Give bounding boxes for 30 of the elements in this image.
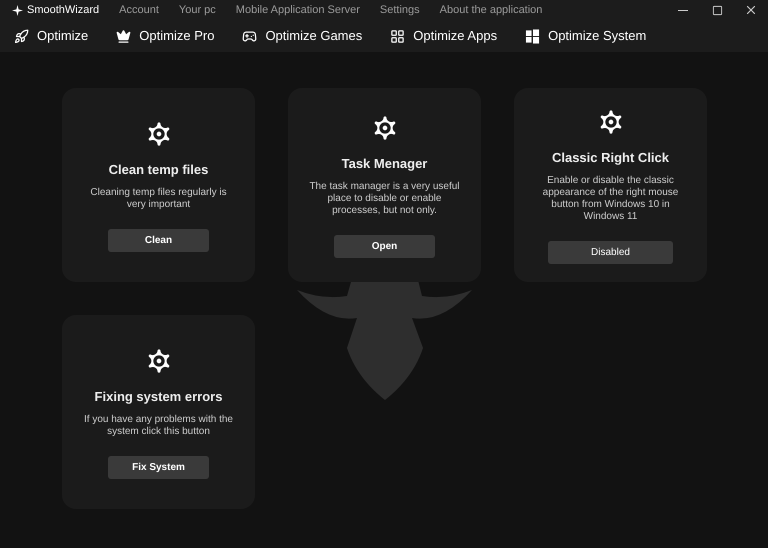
- card-button[interactable]: Open: [334, 235, 435, 258]
- card-description: If you have any problems with the system click this button: [83, 414, 234, 438]
- nav-tab[interactable]: Optimize Pro: [116, 26, 214, 46]
- menu-item[interactable]: About the application: [440, 2, 542, 18]
- menu-item[interactable]: Mobile Application Server: [236, 2, 360, 18]
- card-description: The task manager is a very useful place to disable or enable processes, but not only.: [308, 181, 461, 218]
- card-description: Enable or disable the classic appearance of the right mouse button from Windows 10 in Windows 11: [542, 175, 680, 224]
- nav-tab[interactable]: Optimize Apps: [390, 26, 498, 46]
- maximize-icon: [712, 4, 722, 16]
- app-name: SmoothWizard: [27, 2, 100, 18]
- grid-icon: [390, 28, 406, 44]
- card-button[interactable]: Clean: [108, 229, 209, 252]
- gamepad-icon: [242, 28, 258, 44]
- nav-tab[interactable]: Optimize Games: [242, 26, 362, 46]
- menu-item[interactable]: Account: [119, 2, 159, 18]
- menu-item[interactable]: Settings: [380, 2, 420, 18]
- card-title: Clean temp files: [108, 160, 208, 179]
- card-title: Classic Right Click: [552, 148, 670, 167]
- card-button[interactable]: Disabled: [548, 241, 673, 264]
- card-button[interactable]: Fix System: [108, 456, 209, 480]
- rocket-icon: [14, 28, 29, 44]
- crown-icon: [116, 28, 132, 44]
- card-title: Task Menager: [342, 154, 428, 173]
- card-description: Cleaning temp files regularly is very important: [89, 187, 228, 212]
- nav-tab[interactable]: Optimize System: [525, 26, 646, 46]
- menu-item[interactable]: Your pc: [178, 2, 216, 18]
- card-title: Fixing system errors: [94, 388, 222, 406]
- close-icon: [744, 3, 758, 17]
- nav-tab[interactable]: Optimize: [14, 26, 88, 46]
- windows-icon: [525, 28, 540, 44]
